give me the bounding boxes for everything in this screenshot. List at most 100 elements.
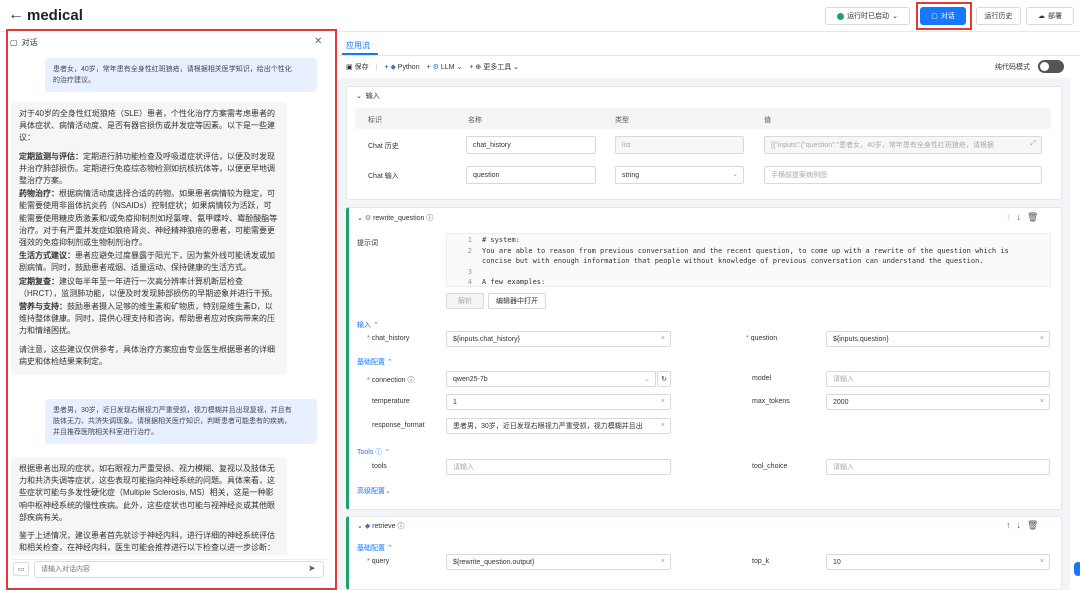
- clear-icon[interactable]: ×: [661, 558, 665, 565]
- node-actions[interactable]: ↑↓🗑: [1006, 520, 1044, 531]
- assistant-message: 根据患者出现的症状，如右眼视力严重受损、视力模糊、复视以及肢体无力和共济失调等症…: [11, 457, 287, 555]
- line-text: concise but with enough information that…: [482, 257, 984, 265]
- chevron-down-icon: ⌄: [357, 523, 363, 530]
- paragraph-text: 请注意，这些建议仅供参考，具体治疗方案应由专业医生根据患者的详细病史和体检结果来…: [19, 344, 275, 366]
- question-field[interactable]: ${inputs.question} ×: [826, 331, 1050, 347]
- tools-section-toggle[interactable]: Tools ⓘ ⌃: [357, 447, 390, 457]
- chat-history-field[interactable]: ${inputs.chat_history} ×: [446, 331, 671, 347]
- basic-config-label: 基础配置: [357, 359, 385, 366]
- required-mark: *: [367, 558, 370, 565]
- move-up-icon[interactable]: ↑: [1006, 520, 1017, 530]
- clear-icon[interactable]: ×: [661, 422, 665, 429]
- user-message: 患者女，40岁，常年患有全身性红斑狼疮，请根据相关医学知识，给出个性化 的治疗建议…: [45, 58, 317, 92]
- expand-icon[interactable]: ⤢: [1030, 140, 1036, 148]
- save-button[interactable]: ▣ 保存: [346, 62, 369, 72]
- temperature-field[interactable]: 1 ×: [446, 394, 671, 410]
- code-line: concise but with enough information that…: [446, 256, 1046, 267]
- input-node-header[interactable]: ⌄ 输入: [356, 91, 380, 101]
- value-field[interactable]: 手横前提案病例图: [764, 166, 1042, 184]
- move-down-icon[interactable]: ↓: [1017, 212, 1028, 222]
- chat-panel-header: ▢ 对话: [10, 37, 38, 48]
- message-paragraph: 营养与支持：鼓励患者摄入足够的维生素和矿物质，特别是维生素D，以维持整体健康。同…: [19, 301, 279, 338]
- tools-section-label: Tools: [357, 449, 374, 456]
- chevron-down-icon: ⌄: [644, 376, 650, 383]
- name-field[interactable]: chat_history: [466, 136, 596, 154]
- retrieve-node-header[interactable]: ⌄ ◆ retrieve ⓘ: [357, 521, 404, 531]
- column-header: 名称: [468, 117, 482, 124]
- run-history-button[interactable]: 运行历史: [976, 7, 1021, 25]
- python-icon: ◆: [364, 523, 371, 530]
- info-icon: ⓘ: [426, 215, 434, 222]
- add-python-button[interactable]: + ◆ Python: [384, 63, 419, 71]
- row-label: Chat 输入: [368, 173, 399, 180]
- temperature-label: temperature: [372, 398, 410, 405]
- open-editor-button[interactable]: 编辑器中打开: [488, 293, 546, 309]
- clear-icon[interactable]: ×: [1040, 335, 1044, 342]
- message-paragraph: 药物治疗：根据病情活动度选择合适的药物。如果患者病情较为稳定，可能需要使用非甾体…: [19, 188, 279, 249]
- basic-config-toggle[interactable]: 基础配置 ⌃: [357, 543, 393, 553]
- tool-choice-field[interactable]: 请输入: [826, 459, 1050, 475]
- required-mark: *: [367, 377, 370, 384]
- folder-icon[interactable]: ▭: [13, 562, 29, 576]
- delete-icon[interactable]: 🗑: [1027, 212, 1044, 222]
- refresh-button[interactable]: ↻: [657, 371, 671, 387]
- input-section-label: 输入: [357, 322, 371, 329]
- top-k-field[interactable]: 10 ×: [826, 554, 1050, 570]
- add-llm-button[interactable]: + ⚙ LLM ⌄: [427, 63, 463, 71]
- code-line: 2 You are able to reason from previous co…: [446, 246, 1046, 257]
- delete-icon[interactable]: 🗑: [1027, 520, 1044, 530]
- runtime-status-select[interactable]: 运行时已启动 ⌄: [825, 7, 910, 25]
- chat-button-label: 对话: [940, 13, 955, 20]
- run-history-label: 运行历史: [984, 13, 1013, 20]
- close-icon[interactable]: ✕: [314, 36, 322, 47]
- chevron-down-icon: ⌄: [357, 215, 363, 222]
- deploy-button[interactable]: ☁ 部署: [1026, 7, 1074, 25]
- clear-icon[interactable]: ×: [661, 335, 665, 342]
- message-line: 并且推荐医院相关科室进行治疗。: [53, 429, 158, 436]
- tools-field[interactable]: 请输入: [446, 459, 671, 475]
- response-format-field[interactable]: 患者男，30岁，近日发现右眼视力严重受损，视力模糊并且出 ×: [446, 418, 671, 434]
- llm-node-icon: ⚙: [364, 215, 372, 222]
- retrieve-node-card: [346, 516, 1062, 590]
- type-select[interactable]: list: [615, 136, 744, 154]
- node-actions[interactable]: ↑↓🗑: [1006, 212, 1044, 223]
- code-mode-toggle[interactable]: [1038, 60, 1064, 73]
- retrieve-node-title: retrieve: [372, 523, 396, 530]
- chat-input[interactable]: [34, 561, 324, 578]
- back-arrow-icon[interactable]: ←: [8, 6, 24, 24]
- chat-button[interactable]: ▢ 对话: [920, 7, 966, 25]
- line-text: You are able to reason from previous con…: [482, 246, 1009, 255]
- code-line: 4 A few examples:: [446, 277, 1046, 288]
- chat-message-list[interactable]: 患者女，40岁，常年患有全身性红斑狼疮，请根据相关医学知识，给出个性化 的治疗建议…: [11, 52, 329, 555]
- type-select[interactable]: string ⌄: [615, 166, 744, 184]
- chevron-down-icon: ⌄: [892, 13, 898, 20]
- max-tokens-field[interactable]: 2000 ×: [826, 394, 1050, 410]
- query-label: query: [371, 558, 390, 565]
- query-field[interactable]: ${rewrite_question.output} ×: [446, 554, 671, 570]
- send-icon[interactable]: ➤: [308, 563, 316, 574]
- rewrite-node-header[interactable]: ⌄ ⚙ rewrite_question ⓘ: [357, 213, 433, 223]
- name-field[interactable]: question: [466, 166, 596, 184]
- input-section-toggle[interactable]: 输入 ⌃: [357, 320, 379, 330]
- more-tools-button[interactable]: + ⊕ 更多工具 ⌄: [469, 62, 519, 72]
- parse-label: 解析: [458, 298, 472, 305]
- clear-icon[interactable]: ×: [1040, 558, 1044, 565]
- move-up-icon[interactable]: ↑: [1006, 212, 1017, 222]
- value-field[interactable]: [{"inputs":{"question":"患者女，40岁，常年患有全身性红…: [764, 136, 1042, 154]
- basic-config-toggle[interactable]: 基础配置 ⌃: [357, 357, 393, 367]
- floating-help-button[interactable]: [1074, 562, 1080, 576]
- advanced-config-toggle[interactable]: 高级配置⌄: [357, 486, 391, 496]
- line-text: A few examples:: [482, 278, 546, 286]
- tab-app-flow[interactable]: 应用流: [346, 40, 370, 51]
- chat-panel-title: 对话: [21, 38, 38, 47]
- message-line: 的治疗建议。: [53, 77, 95, 84]
- move-down-icon[interactable]: ↓: [1017, 520, 1028, 530]
- clear-icon[interactable]: ×: [1040, 398, 1044, 405]
- chat-bubble-icon: ▢: [931, 13, 938, 20]
- more-tools-label: 更多工具: [483, 64, 512, 71]
- message-paragraph: 鉴于上述情况，建议患者首先就诊于神经内科，进行详细的神经系统评估和相关检查，在神…: [19, 530, 279, 554]
- connection-select[interactable]: qwen25-7b ⌄: [446, 371, 656, 387]
- parse-button[interactable]: 解析: [446, 293, 484, 309]
- clear-icon[interactable]: ×: [661, 398, 665, 405]
- model-field[interactable]: 请输入: [826, 371, 1050, 387]
